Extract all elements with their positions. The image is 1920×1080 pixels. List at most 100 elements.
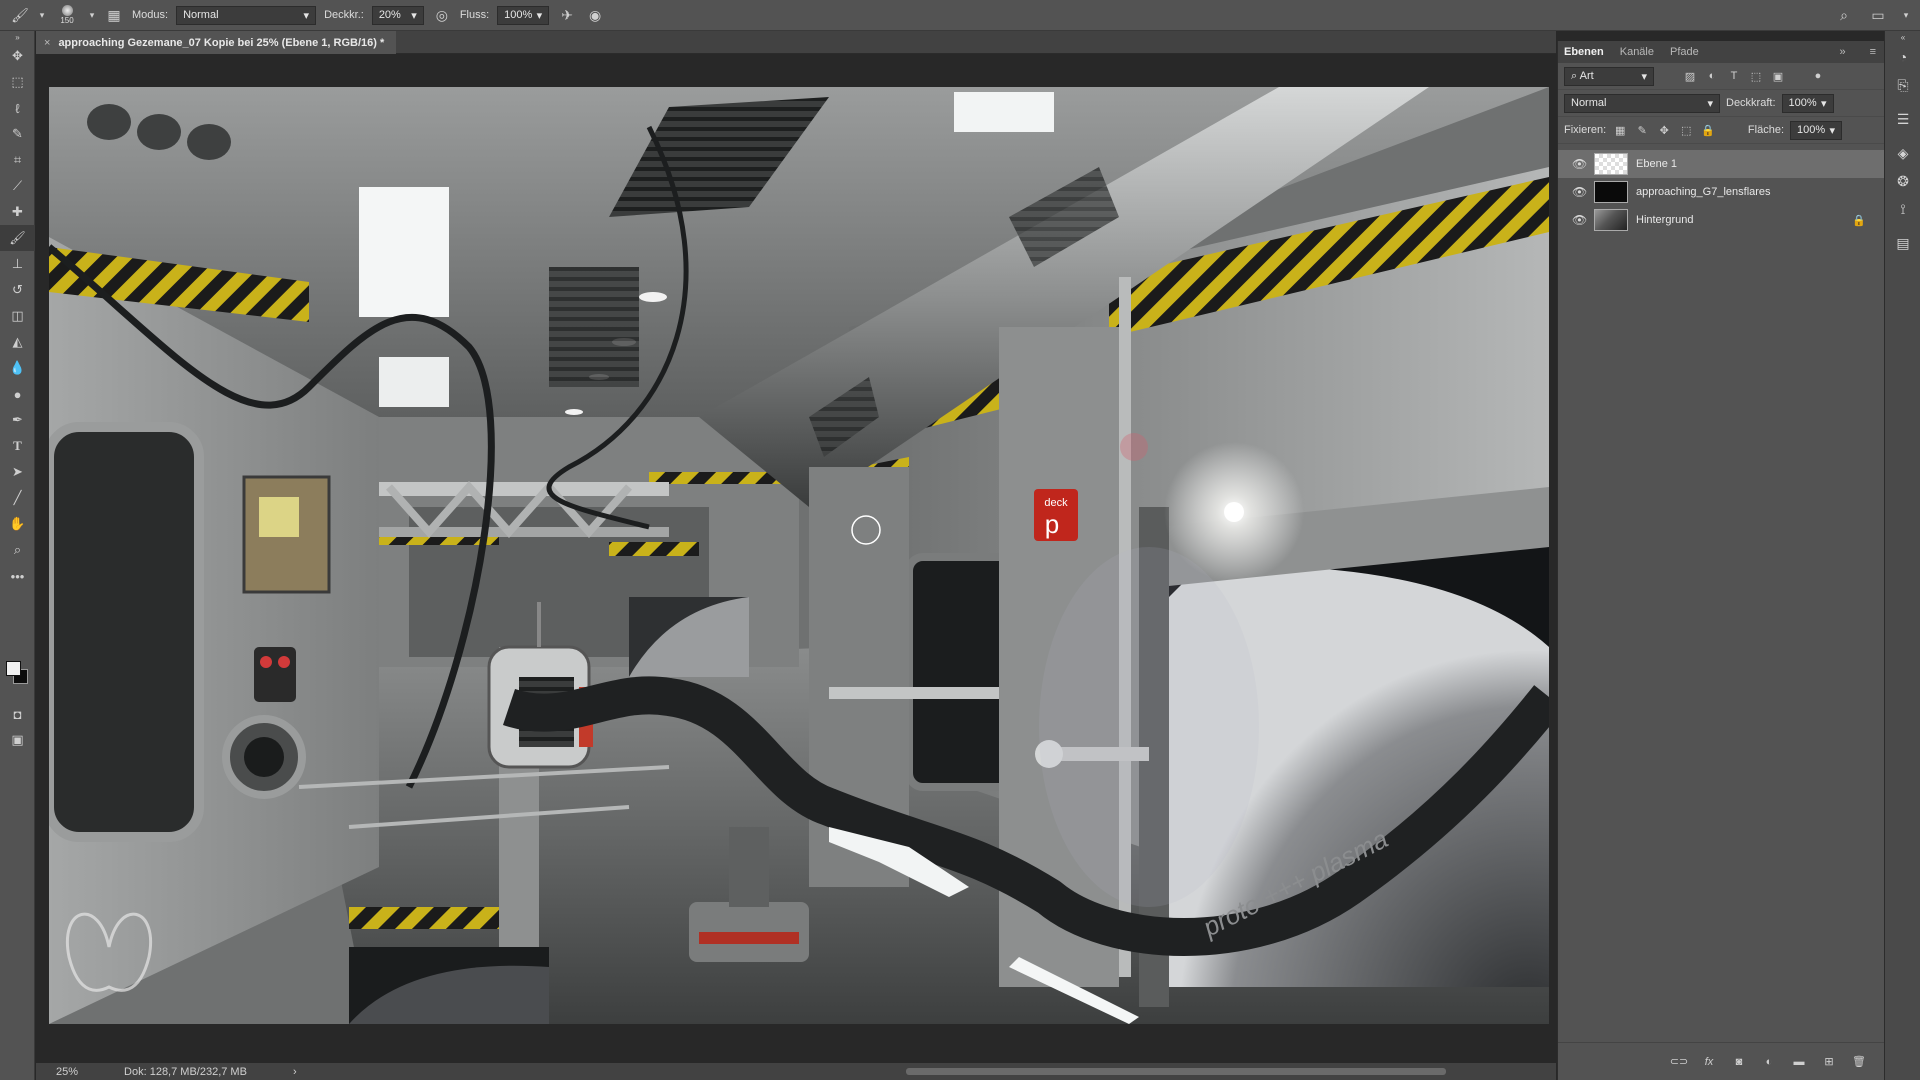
- search-icon: ⌕: [1571, 69, 1578, 82]
- horizontal-scrollbar[interactable]: [906, 1068, 1446, 1075]
- healing-brush-tool-icon[interactable]: ✚: [0, 199, 35, 225]
- line-tool-icon[interactable]: ╱: [0, 485, 35, 511]
- deck-sign-top-text: deck: [1044, 497, 1068, 509]
- layer-row-ebene-1[interactable]: 👁 Ebene 1: [1558, 150, 1884, 178]
- zoom-tool-icon[interactable]: ⌕: [0, 537, 35, 563]
- new-group-folder-icon[interactable]: ▬: [1791, 1054, 1807, 1070]
- layers-dock-icon[interactable]: ◈: [1885, 139, 1920, 167]
- layer-filter-value: Art: [1579, 69, 1594, 82]
- status-bar: 25% Dok: 128,7 MB/232,7 MB ›: [36, 1063, 1556, 1080]
- chevron-down-icon: ▾: [1820, 97, 1827, 110]
- brush-size-preview[interactable]: 150: [54, 2, 80, 28]
- paint-bucket-tool-icon[interactable]: ◭: [0, 329, 35, 355]
- marquee-tool-icon[interactable]: ⬚: [0, 69, 35, 95]
- filter-toggle-icon[interactable]: ●: [1810, 68, 1826, 84]
- chevron-down-icon[interactable]: ▾: [88, 5, 96, 25]
- airbrush-icon[interactable]: ✈: [557, 5, 577, 25]
- paths-dock-icon[interactable]: ⟟: [1885, 195, 1920, 223]
- quick-selection-tool-icon[interactable]: ✎: [0, 121, 35, 147]
- pressure-opacity-icon[interactable]: ◎: [432, 5, 452, 25]
- canvas-area[interactable]: deck p proto +++ plasma: [36, 54, 1556, 1063]
- filter-pixel-layers-icon[interactable]: ▨: [1682, 68, 1698, 84]
- foreground-color-swatch[interactable]: [6, 661, 21, 676]
- opacity-input[interactable]: 20% ▾: [371, 5, 424, 25]
- visibility-eye-icon[interactable]: 👁: [1572, 157, 1587, 171]
- link-layers-icon[interactable]: ⊂⊃: [1670, 1054, 1688, 1070]
- collapse-panel-icon[interactable]: »: [1839, 46, 1845, 58]
- panel-menu-icon[interactable]: ≡: [1870, 46, 1876, 58]
- tab-layers[interactable]: Ebenen: [1564, 46, 1604, 58]
- blur-tool-icon[interactable]: 💧: [0, 355, 35, 381]
- layer-row-hintergrund[interactable]: 👁 Hintergrund 🔒: [1558, 206, 1884, 234]
- mode-select[interactable]: Normal ▾: [176, 5, 317, 25]
- search-icon[interactable]: ⌕: [1834, 5, 1854, 25]
- channels-dock-icon[interactable]: ❂: [1885, 167, 1920, 195]
- screen-mode-icon[interactable]: ▣: [0, 727, 35, 753]
- fill-label: Fläche:: [1747, 124, 1784, 136]
- filter-type-layers-icon[interactable]: T: [1726, 68, 1742, 84]
- filter-smart-objects-icon[interactable]: ▣: [1770, 68, 1786, 84]
- brush-settings-panel-icon[interactable]: ▦: [104, 5, 124, 25]
- lasso-tool-icon[interactable]: ℓ: [0, 95, 35, 121]
- panel-tabs: Ebenen Kanäle Pfade » ≡: [1558, 41, 1884, 63]
- lock-all-icon[interactable]: 🔒: [1700, 122, 1716, 138]
- zoom-level[interactable]: 25%: [56, 1066, 78, 1078]
- chevron-down-icon: ▾: [1829, 124, 1835, 137]
- crop-tool-icon[interactable]: ⌗: [0, 147, 35, 173]
- chevron-down-icon[interactable]: ▾: [1902, 5, 1910, 25]
- more-tools-icon[interactable]: •••: [0, 563, 35, 589]
- visibility-eye-icon[interactable]: 👁: [1572, 185, 1587, 199]
- layer-style-fx-icon[interactable]: fx: [1701, 1054, 1717, 1070]
- brush-settings-icon[interactable]: ⎘: [1885, 71, 1920, 99]
- status-menu-arrow-icon[interactable]: ›: [293, 1066, 297, 1078]
- lock-transparent-pixels-icon[interactable]: ▦: [1612, 122, 1628, 138]
- delete-layer-trash-icon[interactable]: 🗑: [1851, 1054, 1867, 1070]
- type-tool-icon[interactable]: T: [0, 433, 35, 459]
- lock-artboard-icon[interactable]: ⬚: [1678, 122, 1694, 138]
- hand-tool-icon[interactable]: ✋: [0, 511, 35, 537]
- layers-list: 👁 Ebene 1 👁 approaching_G7_lensflares 👁 …: [1558, 144, 1884, 234]
- eraser-tool-icon[interactable]: ◫: [0, 303, 35, 329]
- history-brush-tool-icon[interactable]: ↺: [0, 277, 35, 303]
- brush-tool-preset-icon[interactable]: 🖌: [10, 5, 30, 25]
- visibility-eye-icon[interactable]: 👁: [1572, 213, 1587, 227]
- fill-input[interactable]: 100% ▾: [1790, 120, 1842, 140]
- collapse-dock-icon[interactable]: «: [1885, 31, 1920, 43]
- brush-tool-icon[interactable]: 🖌: [0, 225, 35, 251]
- tab-paths[interactable]: Pfade: [1670, 46, 1699, 58]
- path-selection-tool-icon[interactable]: ➤: [0, 459, 35, 485]
- document-canvas[interactable]: deck p proto +++ plasma: [49, 87, 1549, 1024]
- quick-mask-icon[interactable]: ◘: [0, 701, 35, 727]
- lock-label: Fixieren:: [1564, 124, 1607, 136]
- deck-sign-letter-text: p: [1045, 509, 1059, 539]
- libraries-dock-icon[interactable]: ▤: [1885, 229, 1920, 257]
- layer-opacity-input[interactable]: 100% ▾: [1781, 93, 1834, 113]
- layer-filter-select[interactable]: ⌕ Art ▾: [1564, 66, 1654, 86]
- pen-tool-icon[interactable]: ✒: [0, 407, 35, 433]
- adjustment-layer-icon[interactable]: ◐: [1761, 1054, 1777, 1070]
- collapse-toolbar-icon[interactable]: »: [0, 31, 35, 43]
- lock-position-icon[interactable]: ✥: [1656, 122, 1672, 138]
- dodge-tool-icon[interactable]: ●: [0, 381, 35, 407]
- blend-mode-select[interactable]: Normal ▾: [1564, 93, 1720, 113]
- workspace-icon[interactable]: ▭: [1868, 5, 1888, 25]
- lock-image-pixels-icon[interactable]: ✎: [1634, 122, 1650, 138]
- filter-adjustment-layers-icon[interactable]: ◐: [1704, 68, 1720, 84]
- chevron-down-icon[interactable]: ▾: [38, 5, 46, 25]
- new-layer-icon[interactable]: ⊞: [1821, 1054, 1837, 1070]
- pressure-size-icon[interactable]: ◉: [585, 5, 605, 25]
- layer-row-lensflares[interactable]: 👁 approaching_G7_lensflares: [1558, 178, 1884, 206]
- clone-stamp-tool-icon[interactable]: ⊥: [0, 251, 35, 277]
- filter-shape-layers-icon[interactable]: ⬚: [1748, 68, 1764, 84]
- add-mask-icon[interactable]: ◙: [1731, 1054, 1747, 1070]
- move-tool-icon[interactable]: ✥: [0, 43, 35, 69]
- document-tab[interactable]: × approaching Gezemane_07 Kopie bei 25% …: [36, 31, 397, 54]
- color-panel-icon[interactable]: ◔: [1885, 43, 1920, 71]
- eyedropper-tool-icon[interactable]: ⟋: [0, 173, 35, 199]
- layers-panel-footer: ⊂⊃ fx ◙ ◐ ▬ ⊞ 🗑: [1558, 1042, 1885, 1080]
- sci-fi-corridor-artwork: deck p proto +++ plasma: [49, 87, 1549, 1024]
- close-icon[interactable]: ×: [44, 37, 50, 49]
- flow-input[interactable]: 100% ▾: [497, 5, 550, 25]
- tab-channels[interactable]: Kanäle: [1620, 46, 1654, 58]
- properties-panel-icon[interactable]: ☰: [1885, 105, 1920, 133]
